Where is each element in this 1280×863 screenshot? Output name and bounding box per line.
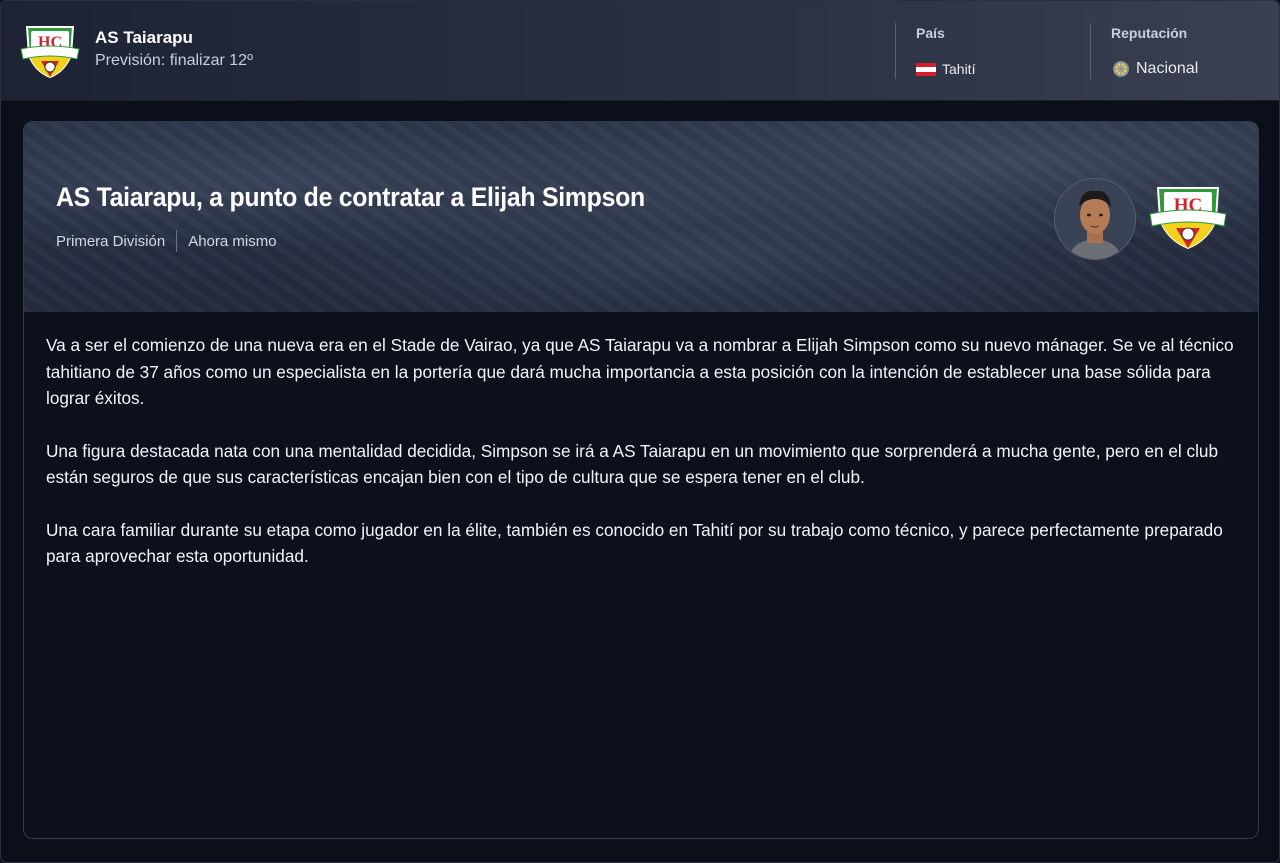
club-header: HC AS Taiarapu Previsión: finalizar 12º … [1,1,1279,101]
tahiti-flag-icon [916,62,936,76]
reputation-label: Reputación [1111,25,1188,41]
country-value[interactable]: Tahití [916,61,975,77]
news-card: AS Taiarapu, a punto de contratar a Elij… [23,121,1259,839]
club-crest-icon[interactable]: HC [19,21,81,81]
club-forecast: Previsión: finalizar 12º [95,52,253,69]
header-divider [1090,23,1091,79]
club-name[interactable]: AS Taiarapu [95,28,193,48]
news-time: Ahora mismo [188,232,277,250]
reputation-value: Nacional [1112,60,1198,78]
country-name: Tahití [942,61,976,77]
news-body: Va a ser el comienzo de una nueva era en… [46,332,1236,596]
app-window: HC AS Taiarapu Previsión: finalizar 12º … [0,0,1280,863]
news-paragraph: Una figura destacada nata con una mental… [46,440,1219,488]
reputation-text: Nacional [1136,60,1199,77]
news-paragraph: Va a ser el comienzo de una nueva era en… [46,335,1234,408]
country-label: País [916,25,945,41]
reputation-icon [1113,61,1129,77]
news-headline: AS Taiarapu, a punto de contratar a Elij… [56,182,645,212]
manager-avatar[interactable] [1054,178,1136,260]
person-icon [1055,179,1135,259]
news-competition[interactable]: Primera División [56,233,165,250]
news-paragraph: Una cara familiar durante su etapa como … [46,519,1223,567]
club-crest-icon[interactable]: HC [1148,182,1228,252]
meta-divider [176,230,178,252]
news-meta: Primera División Ahora mismo [56,230,277,252]
header-divider [895,23,896,79]
